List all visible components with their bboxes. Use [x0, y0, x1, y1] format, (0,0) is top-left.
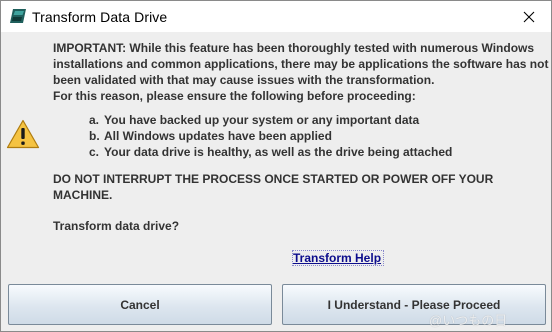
message-line: For this reason, please ensure the follo…: [53, 89, 416, 103]
message-line: been validated with that may cause issue…: [53, 73, 435, 87]
warning-line: MACHINE.: [53, 188, 113, 202]
close-button[interactable]: [507, 1, 551, 32]
checklist-marker: b.: [89, 129, 100, 143]
checklist-text: Your data drive is healthy, as well as t…: [104, 145, 453, 159]
message-line: IMPORTANT: While this feature has been t…: [53, 41, 535, 55]
checklist-text: All Windows updates have been applied: [104, 129, 332, 143]
dialog-window: Transform Data Drive IMPORTANT: While th…: [0, 0, 552, 332]
checklist-marker: a.: [89, 113, 100, 127]
proceed-button[interactable]: I Understand - Please Proceed: [282, 284, 546, 325]
warning-icon: [6, 119, 40, 149]
checklist-marker: c.: [89, 145, 100, 159]
dialog-content: IMPORTANT: While this feature has been t…: [1, 32, 551, 331]
proceed-button-label: I Understand - Please Proceed: [327, 297, 501, 312]
cancel-button[interactable]: Cancel: [8, 284, 272, 325]
title-bar: Transform Data Drive: [1, 1, 551, 32]
cancel-button-label: Cancel: [120, 297, 160, 312]
message-line: installations and common applications, t…: [53, 57, 549, 71]
transform-help-link[interactable]: Transform Help: [293, 251, 381, 265]
confirm-question: Transform data drive?: [53, 219, 180, 233]
app-drive-icon: [10, 9, 26, 23]
window-title: Transform Data Drive: [32, 9, 168, 25]
close-icon: [523, 11, 535, 22]
checklist-text: You have backed up your system or any im…: [104, 113, 420, 127]
warning-line: DO NOT INTERRUPT THE PROCESS ONCE STARTE…: [53, 172, 494, 186]
